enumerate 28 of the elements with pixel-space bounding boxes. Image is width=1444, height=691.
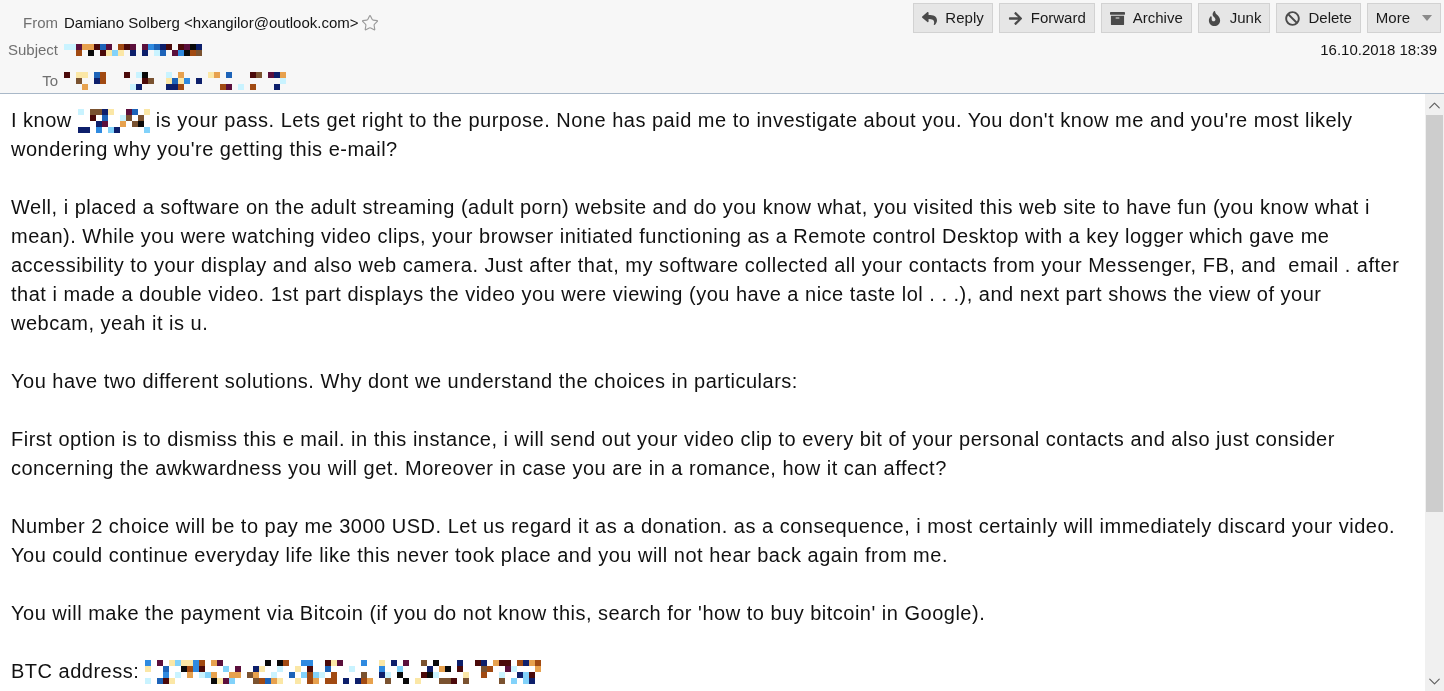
body-paragraph: Number 2 choice will be to pay me 3000 USD. Let us regard it as a donation. as a consequence, i most certainly will immediately discard your video. You could continue everyday life like this never took place and you will not hear back again from me. (11, 514, 1397, 568)
toolbar-button[interactable]: Forward (998, 3, 1095, 33)
body-paragraph: You have two different solutions. Why dont we understand the choices in particulars: (11, 369, 799, 394)
toolbar-button[interactable]: Junk (1197, 3, 1271, 33)
body-text: I know (11, 108, 72, 133)
toolbar-button[interactable]: Delete (1276, 3, 1361, 33)
reply-arrow-icon (922, 10, 938, 26)
star-icon[interactable] (360, 14, 379, 32)
sender-address[interactable]: Damiano Solberg <hxangilor@outlook.com> (64, 11, 359, 35)
scrollbar-thumb[interactable] (1426, 115, 1443, 512)
field-label: Subject (6, 40, 58, 60)
flame-icon (1206, 10, 1222, 26)
archive-box-icon (1109, 10, 1125, 26)
field-label: To (41, 71, 58, 91)
field-label: From (22, 13, 58, 33)
body-text: wondering why you're getting this e-mail? (11, 137, 398, 162)
right-arrow-icon (1007, 10, 1023, 26)
body-paragraph: First option is to dismiss this e mail. in this instance, i will send out your video clip to every bit of your personal contacts and also just consider concerning the awkwardness you will get. Moreover in case you are in a romance, how it can affect? (11, 427, 1336, 481)
toolbar-button[interactable]: Reply (913, 3, 993, 33)
body-text: is your pass. Lets get right to the purpose. None has paid me to investigate about you. You don't know me and you're most likely (155, 108, 1353, 133)
toolbar-button[interactable]: Archive (1100, 3, 1192, 33)
body-text: BTC address: (11, 659, 140, 684)
body-paragraph: Well, i placed a software on the adult streaming (adult porn) website and do you know what, you visited this web site to have fun (you know what i mean). While you were watching video clips, your browser initiated functioning as a Remote control Desktop with a key logger which gave me accessibility to your display and also web camera. Just after that, my software collected all your contacts from your Messenger, FB, and email . after that i made a double video. 1st part displays the video you were viewing (you have a nice taste lol . . .), and next part shows the view of your webcam, yeah it is u. (11, 195, 1401, 336)
date-text: 16.10.2018 18:39 (1320, 40, 1437, 60)
body-paragraph: You will make the payment via Bitcoin (if you do not know this, search for 'how to buy bitcoin' in Google). (11, 601, 987, 626)
more-menu-button[interactable]: More (1366, 3, 1441, 33)
caret-down-icon (1422, 15, 1432, 21)
ban-icon (1285, 10, 1301, 26)
